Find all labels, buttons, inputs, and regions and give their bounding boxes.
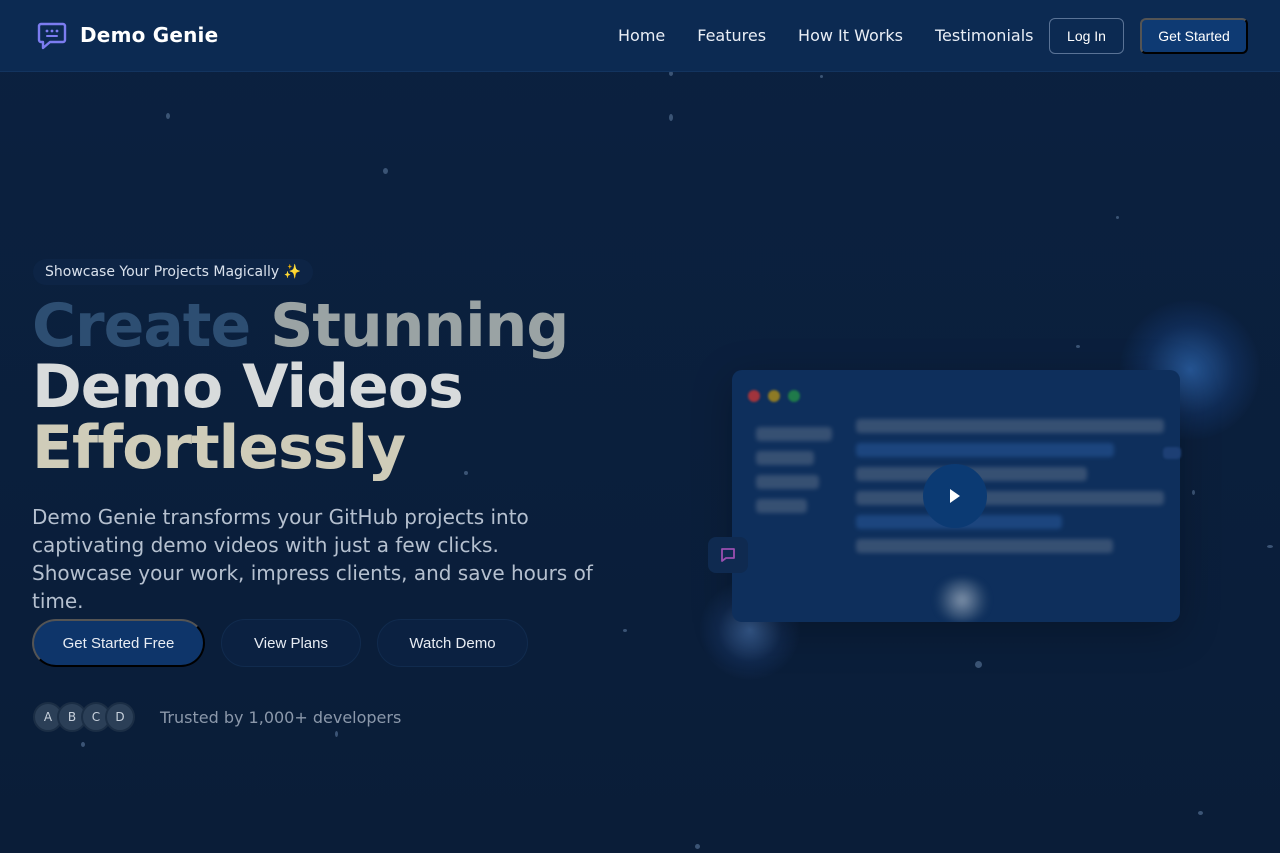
chat-bubble-chip [708,537,748,573]
trust-row: A B C D Trusted by 1,000+ developers [33,701,401,733]
background-dot [623,629,627,632]
top-navigation: Demo Genie Home Features How It Works Te… [0,0,1280,72]
window-minimize-dot [768,390,780,402]
brand[interactable]: Demo Genie [37,20,218,50]
nav-link-home[interactable]: Home [618,26,665,45]
watch-demo-button[interactable]: Watch Demo [377,619,528,667]
nav-links: Home Features How It Works Testimonials [618,26,1065,45]
background-dot [1267,545,1273,548]
background-dot [1198,811,1203,815]
placeholder-content-line [856,491,1164,505]
hero-badge: Showcase Your Projects Magically ✨ [33,259,314,285]
window-close-dot [748,390,760,402]
background-dot [1076,345,1080,348]
background-dot [695,844,700,849]
headline-word-stunning: Stunning [270,291,569,361]
background-dot [1192,490,1195,495]
message-icon [721,548,735,562]
play-icon [950,489,960,503]
placeholder-content-line [856,539,1113,553]
play-button[interactable] [923,464,987,528]
placeholder-content-line [856,443,1114,457]
login-button[interactable]: Log In [1049,18,1124,54]
nav-link-features[interactable]: Features [697,26,766,45]
hero-headline: Create Stunning Demo Videos Effortlessly [32,296,569,483]
decorative-blob [932,578,992,622]
placeholder-sidebar-line [756,499,807,513]
avatar: D [105,702,135,732]
get-started-button[interactable]: Get Started [1140,18,1248,54]
demo-preview-window [732,370,1180,622]
headline-line-2: Demo Videos [32,352,464,422]
nav-link-how-it-works[interactable]: How It Works [798,26,903,45]
view-plans-button[interactable]: View Plans [221,619,361,667]
background-dot [820,75,823,78]
headline-line-1: Create Stunning [32,296,569,357]
headline-line-3: Effortlessly [32,413,406,483]
landing-page: Demo Genie Home Features How It Works Te… [0,0,1280,853]
placeholder-sidebar-line [756,451,814,465]
get-started-free-button[interactable]: Get Started Free [32,619,205,667]
headline-word-create: Create [32,291,251,361]
chat-bubble-icon [37,22,67,50]
brand-name: Demo Genie [80,23,219,47]
background-dot [166,113,170,119]
placeholder-content-line [856,419,1164,433]
trust-text: Trusted by 1,000+ developers [160,707,402,727]
background-dot [81,742,85,747]
hero-description: Demo Genie transforms your GitHub projec… [32,505,593,613]
background-dot [669,114,673,121]
avatar-stack: A B C D [33,702,143,732]
decorative-marker [1163,447,1181,459]
background-dot [383,168,388,174]
window-maximize-dot [788,390,800,402]
background-dot [1116,216,1119,219]
placeholder-sidebar-line [756,427,832,441]
placeholder-sidebar-line [756,475,819,489]
nav-link-testimonials[interactable]: Testimonials [935,26,1034,45]
background-dot [975,661,982,668]
